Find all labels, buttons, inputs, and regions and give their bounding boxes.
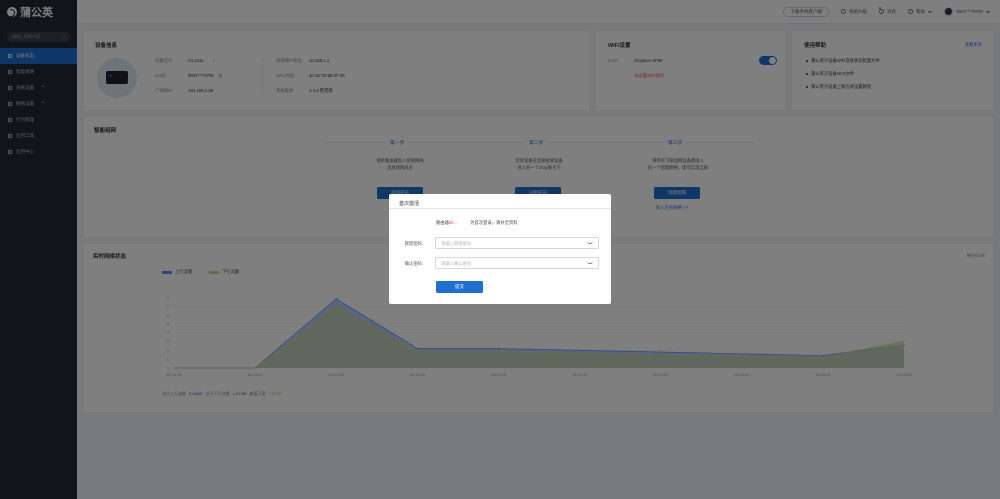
password-label: 管理密码: [404, 241, 423, 246]
dialog-note-gap [457, 220, 470, 226]
first-activation-dialog: 首次激活 路由器 96... 为首次登录，请补全资料 管理密码: 确认密码: 提… [389, 194, 611, 304]
dialog-note: 路由器 96... 为首次登录，请补全资料 [436, 220, 518, 226]
password-field[interactable] [435, 237, 599, 249]
submit-button[interactable]: 提交 [436, 281, 483, 293]
dialog-note-suffix: 为首次登录，请补全资料 [470, 220, 518, 225]
dialog-device-id: 96... [448, 220, 458, 225]
dialog-note-prefix: 路由器 [436, 220, 449, 225]
confirm-password-field[interactable] [435, 257, 599, 269]
dialog-title: 首次激活 [399, 201, 420, 207]
dialog-divider [389, 208, 611, 209]
confirm-password-label: 确认密码: [404, 261, 423, 266]
